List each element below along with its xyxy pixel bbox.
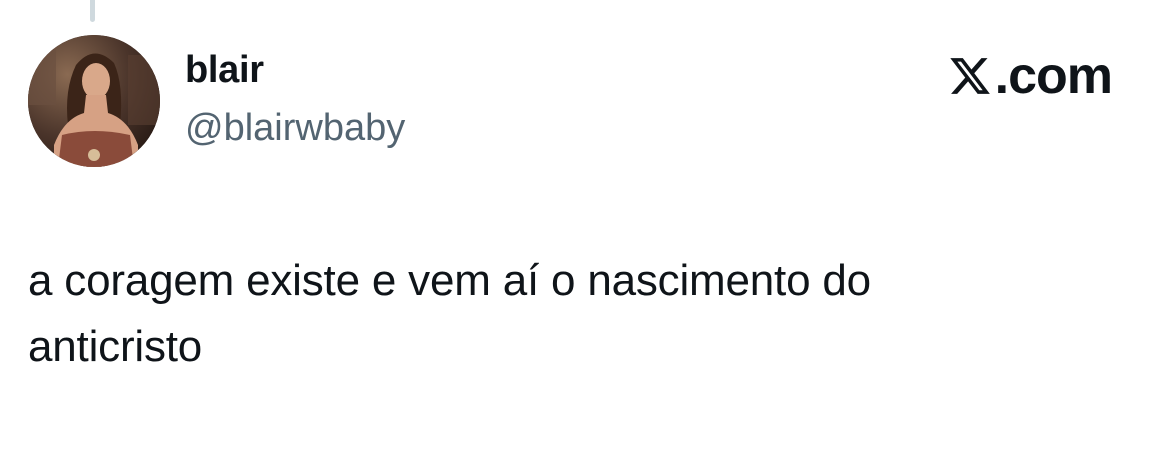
thread-connector-line — [90, 0, 95, 22]
avatar[interactable] — [28, 35, 160, 167]
author-display-name[interactable]: blair — [185, 49, 264, 92]
author-handle[interactable]: @blairwbaby — [185, 107, 405, 150]
tweet-text-line: a coragem existe e vem aí o nascimento d… — [28, 256, 871, 305]
x-com-watermark: .com — [947, 47, 1113, 105]
tweet-text-line: anticristo — [28, 322, 203, 371]
avatar-photo — [28, 35, 160, 167]
tweet-text: a coragem existe e vem aí o nascimento d… — [28, 248, 1128, 380]
x-logo-icon — [949, 58, 990, 94]
brand-domain-text: .com — [994, 47, 1113, 105]
